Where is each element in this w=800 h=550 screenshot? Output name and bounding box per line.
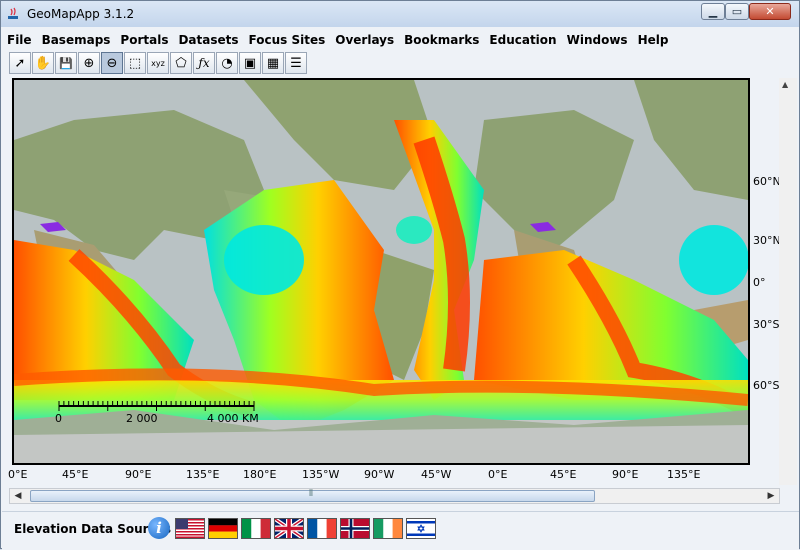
- zoom-out-button[interactable]: ⊖: [101, 52, 123, 74]
- overlay-button[interactable]: ▣: [239, 52, 261, 74]
- lat-label-30s: 30°S: [753, 318, 780, 331]
- israel-flag[interactable]: [406, 518, 436, 539]
- lasso-icon: ⬠: [175, 55, 187, 71]
- lasso-button[interactable]: ⬠: [170, 52, 192, 74]
- overlay-icon: ▣: [243, 55, 257, 71]
- lon-label: 180°E: [243, 468, 277, 481]
- maximize-button[interactable]: ▭: [725, 3, 749, 20]
- lat-label-60s: 60°S: [753, 379, 780, 392]
- select-tool-button[interactable]: ➚: [9, 52, 31, 74]
- grip-icon: ⦀: [309, 489, 313, 499]
- scroll-thumb[interactable]: ⦀: [30, 489, 595, 502]
- scroll-right-arrow-icon[interactable]: ▶: [763, 489, 779, 503]
- menu-portals[interactable]: Portals: [115, 30, 173, 47]
- scale-label-2000: 2 000: [126, 412, 158, 425]
- zoom-out-icon: ⊖: [106, 55, 118, 71]
- vertical-scrollbar[interactable]: ▲: [779, 78, 797, 485]
- menu-help[interactable]: Help: [633, 30, 674, 47]
- info-icon[interactable]: i: [148, 517, 170, 539]
- scroll-left-arrow-icon[interactable]: ◀: [10, 489, 26, 503]
- xyz-icon: xyz: [151, 58, 165, 68]
- menu-bookmarks[interactable]: Bookmarks: [399, 30, 484, 47]
- usa-flag[interactable]: [175, 518, 205, 539]
- lon-label: 135°E: [667, 468, 701, 481]
- longitude-axis: 0°E 45°E 90°E 135°E 180°E 135°W 90°W 45°…: [8, 468, 772, 484]
- function-button[interactable]: ƒx: [193, 52, 215, 74]
- close-button[interactable]: ✕: [749, 3, 791, 20]
- scale-label-0: 0: [55, 412, 62, 425]
- pan-hand-icon: ✋: [34, 55, 52, 71]
- italy-flag-image: [242, 519, 270, 538]
- norway-flag[interactable]: [340, 518, 370, 539]
- function-icon: ƒx: [198, 56, 210, 70]
- select-arrow-icon: ➚: [14, 55, 26, 71]
- menu-focus-sites[interactable]: Focus Sites: [244, 30, 331, 47]
- lon-label: 45°W: [421, 468, 452, 481]
- france-flag-image: [308, 519, 336, 538]
- france-flag[interactable]: [307, 518, 337, 539]
- status-bar: Elevation Data Sources i: [2, 511, 799, 550]
- window-title: GeoMapApp 3.1.2: [27, 7, 135, 21]
- uk-flag-image: [275, 519, 303, 538]
- pan-tool-button[interactable]: ✋: [32, 52, 54, 74]
- lon-label: 90°W: [364, 468, 395, 481]
- lon-label: 90°E: [125, 468, 152, 481]
- lon-label: 0°E: [488, 468, 508, 481]
- lon-label: 45°E: [62, 468, 89, 481]
- lon-label: 90°E: [612, 468, 639, 481]
- java-app-icon: [8, 7, 18, 19]
- lat-label-60n: 60°N: [753, 175, 781, 188]
- minimize-button[interactable]: ▁: [701, 3, 725, 20]
- ireland-flag-image: [374, 519, 402, 538]
- usa-flag-image: [176, 519, 204, 538]
- lat-label-equator: 0°: [753, 276, 766, 289]
- menu-basemaps[interactable]: Basemaps: [37, 30, 116, 47]
- norway-flag-image: [341, 519, 369, 538]
- lon-label: 135°W: [302, 468, 340, 481]
- map-canvas[interactable]: 0 2 000 4 000 KM: [12, 78, 750, 465]
- menu-windows[interactable]: Windows: [562, 30, 633, 47]
- profile-button[interactable]: ◔: [216, 52, 238, 74]
- title-bar[interactable]: GeoMapApp 3.1.2 ▁ ▭ ✕: [1, 1, 799, 27]
- grid-button[interactable]: ▦: [262, 52, 284, 74]
- grid-icon: ▦: [266, 55, 280, 71]
- scroll-up-arrow-icon[interactable]: ▲: [782, 80, 788, 89]
- lon-label: 135°E: [186, 468, 220, 481]
- italy-flag[interactable]: [241, 518, 271, 539]
- menu-overlays[interactable]: Overlays: [330, 30, 399, 47]
- ireland-flag[interactable]: [373, 518, 403, 539]
- save-button[interactable]: 💾: [55, 52, 77, 74]
- xyz-button[interactable]: xyz: [147, 52, 169, 74]
- layers-button[interactable]: ☰: [285, 52, 307, 74]
- zoom-in-button[interactable]: ⊕: [78, 52, 100, 74]
- germany-flag-image: [209, 519, 237, 538]
- menu-education[interactable]: Education: [484, 30, 561, 47]
- scale-label-4000: 4 000 KM: [207, 412, 259, 425]
- uk-flag[interactable]: [274, 518, 304, 539]
- frame-button[interactable]: ⬚: [124, 52, 146, 74]
- lat-label-30n: 30°N: [753, 234, 781, 247]
- profile-icon: ◔: [221, 55, 233, 71]
- lon-label: 45°E: [550, 468, 577, 481]
- lon-label: 0°E: [8, 468, 28, 481]
- menu-datasets[interactable]: Datasets: [173, 30, 243, 47]
- frame-icon: ⬚: [128, 55, 142, 71]
- save-icon: 💾: [59, 56, 73, 70]
- zoom-in-icon: ⊕: [83, 55, 95, 71]
- israel-flag-image: [407, 519, 435, 538]
- germany-flag[interactable]: [208, 518, 238, 539]
- app-window: GeoMapApp 3.1.2 ▁ ▭ ✕ File Basemaps Portal…: [0, 0, 800, 550]
- map-image: 0 2 000 4 000 KM: [14, 80, 748, 463]
- toolbar: ➚ ✋ 💾 ⊕ ⊖ ⬚ xyz ⬠ ƒx ◔ ▣ ▦ ☰: [9, 52, 307, 76]
- menu-file[interactable]: File: [2, 30, 37, 47]
- layers-list-icon: ☰: [290, 55, 302, 71]
- menu-bar: File Basemaps Portals Datasets Focus Sites Ov…: [2, 29, 799, 50]
- horizontal-scrollbar[interactable]: ◀ ⦀ ▶: [9, 488, 780, 504]
